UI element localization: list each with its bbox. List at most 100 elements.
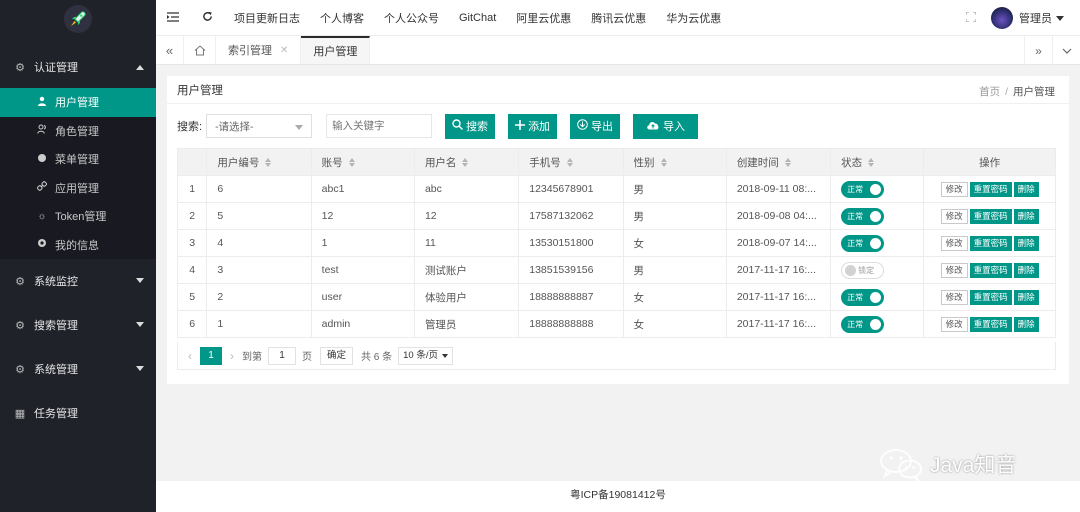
- nav-link-huawei-cloud[interactable]: 华为云优惠: [656, 10, 731, 26]
- delete-button[interactable]: 删除: [1013, 235, 1039, 251]
- nav-group-search[interactable]: ⚙ 搜索管理: [0, 303, 156, 347]
- nav-group-tasks[interactable]: ▦ 任务管理: [0, 391, 156, 435]
- column-header-name[interactable]: 用户名: [413, 148, 520, 176]
- sidebar-item-users[interactable]: 用户管理: [0, 88, 156, 117]
- tabs-scroll-right-icon[interactable]: »: [1024, 36, 1052, 65]
- caret-down-icon[interactable]: [1056, 15, 1064, 21]
- delete-button[interactable]: 删除: [1013, 181, 1039, 197]
- sidebar-item-label: 应用管理: [55, 182, 99, 195]
- nav-link-wechat-account[interactable]: 个人公众号: [374, 10, 449, 26]
- breadcrumb-home[interactable]: 首页: [979, 86, 1000, 98]
- delete-button[interactable]: 删除: [1013, 208, 1039, 224]
- delete-button[interactable]: 删除: [1013, 262, 1039, 278]
- reset-password-button[interactable]: 重置密码: [969, 262, 1012, 278]
- status-toggle[interactable]: 正常: [841, 315, 885, 333]
- delete-button[interactable]: 删除: [1013, 316, 1039, 332]
- search-button[interactable]: 搜索: [445, 113, 496, 139]
- cell-phone: 17587132062: [518, 202, 624, 230]
- close-icon[interactable]: ✕: [280, 45, 288, 56]
- logo[interactable]: [0, 0, 156, 38]
- reset-password-button[interactable]: 重置密码: [969, 208, 1012, 224]
- reset-password-button[interactable]: 重置密码: [969, 235, 1012, 251]
- sidebar-item-apps[interactable]: 应用管理: [0, 174, 156, 203]
- status-toggle[interactable]: 正常: [841, 180, 885, 198]
- edit-button[interactable]: 修改: [940, 316, 968, 332]
- home-icon[interactable]: [184, 36, 216, 64]
- reset-password-button[interactable]: 重置密码: [969, 316, 1012, 332]
- sidebar-item-my-info[interactable]: 我的信息: [0, 231, 156, 260]
- sort-icon[interactable]: [784, 158, 791, 168]
- table-row[interactable]: 4 3 test 测试账户 13851539156 男 2017-11-17 16:... 锁…: [176, 256, 1056, 284]
- edit-button[interactable]: 修改: [940, 181, 968, 197]
- sidebar-item-menus[interactable]: 菜单管理: [0, 145, 156, 174]
- fullscreen-icon[interactable]: [951, 11, 991, 25]
- cell-name: 体验用户: [413, 283, 520, 311]
- status-toggle[interactable]: 正常: [841, 207, 885, 225]
- goto-page-input[interactable]: 1: [268, 346, 296, 365]
- goto-confirm-button[interactable]: 确定: [320, 346, 354, 365]
- status-toggle[interactable]: 正常: [841, 234, 885, 252]
- menu-toggle-icon[interactable]: [156, 10, 190, 25]
- sort-icon[interactable]: [462, 158, 469, 168]
- cell-id: 4: [206, 229, 312, 257]
- nav-group-monitor[interactable]: ⚙ 系统监控: [0, 259, 156, 303]
- nav-link-gitchat[interactable]: GitChat: [449, 12, 506, 24]
- nav-group-system[interactable]: ⚙ 系统管理: [0, 347, 156, 391]
- cell-phone: 18888888887: [518, 283, 624, 311]
- column-header-phone[interactable]: 手机号: [518, 148, 624, 176]
- column-header-account[interactable]: 账号: [310, 148, 415, 176]
- search-toolbar: 搜索: -请选择- 搜索 添加 导出 导入: [177, 113, 699, 139]
- tab-user-management[interactable]: 用户管理: [301, 36, 371, 64]
- table-row[interactable]: 1 6 abc1 abc 12345678901 男 2018-09-11 08:... 正常…: [176, 175, 1056, 203]
- next-page-icon[interactable]: ›: [230, 349, 234, 363]
- reset-password-button[interactable]: 重置密码: [969, 181, 1012, 197]
- import-button[interactable]: 导入: [633, 113, 699, 139]
- status-toggle[interactable]: 锁定: [841, 261, 885, 279]
- cell-created: 2018-09-08 04:...: [725, 202, 832, 230]
- sort-icon[interactable]: [660, 158, 667, 168]
- nav-link-changelog[interactable]: 项目更新日志: [224, 10, 310, 26]
- row-index: 2: [176, 202, 208, 230]
- sidebar-item-tokens[interactable]: ☼ Token管理: [0, 202, 156, 231]
- user-name[interactable]: 管理员: [1019, 10, 1052, 26]
- search-field-select[interactable]: -请选择-: [206, 114, 313, 138]
- reset-password-button[interactable]: 重置密码: [969, 289, 1012, 305]
- tabs-scroll-left-icon[interactable]: «: [156, 36, 184, 64]
- edit-button[interactable]: 修改: [940, 208, 968, 224]
- chevron-up-icon: [136, 65, 144, 70]
- table-row[interactable]: 3 4 1 11 13530151800 女 2018-09-07 14:... 正常 修改 重置…: [176, 229, 1056, 257]
- page-current[interactable]: 1: [200, 346, 222, 365]
- table-row[interactable]: 5 2 user 体验用户 18888888887 女 2017-11-17 16:... 正…: [176, 283, 1056, 311]
- avatar[interactable]: [991, 7, 1013, 29]
- refresh-icon[interactable]: [190, 10, 224, 25]
- edit-button[interactable]: 修改: [940, 289, 968, 305]
- sort-icon[interactable]: [348, 158, 355, 168]
- edit-button[interactable]: 修改: [940, 262, 968, 278]
- column-header-id[interactable]: 用户编号: [206, 148, 312, 176]
- export-button[interactable]: 导出: [570, 113, 621, 139]
- sidebar-item-roles[interactable]: 角色管理: [0, 117, 156, 146]
- column-header-gender[interactable]: 性别: [622, 148, 727, 176]
- table-row[interactable]: 2 5 12 12 17587132062 男 2018-09-08 04:... 正常 修改重…: [176, 202, 1056, 230]
- nav-group-auth[interactable]: ⚙ 认证管理: [0, 46, 156, 88]
- edit-button[interactable]: 修改: [940, 235, 968, 251]
- sort-icon[interactable]: [566, 158, 573, 168]
- column-header-status[interactable]: 状态: [830, 148, 925, 176]
- nav-link-aliyun[interactable]: 阿里云优惠: [506, 10, 581, 26]
- cell-created: 2018-09-11 08:...: [725, 175, 832, 203]
- tabs-menu-chevron-icon[interactable]: [1052, 36, 1080, 65]
- search-input[interactable]: [326, 114, 433, 138]
- table-row[interactable]: 6 1 admin 管理员 18888888888 女 2017-11-17 16:... 正…: [176, 310, 1056, 338]
- status-toggle[interactable]: 正常: [841, 288, 885, 306]
- add-button[interactable]: 添加: [508, 113, 558, 139]
- tab-index-management[interactable]: 索引管理 ✕: [216, 36, 302, 64]
- nav-group-label: 认证管理: [34, 62, 78, 74]
- column-header-created[interactable]: 创建时间: [725, 148, 832, 176]
- delete-button[interactable]: 删除: [1013, 289, 1039, 305]
- page-size-select[interactable]: 10 条/页: [398, 346, 453, 365]
- sort-icon[interactable]: [868, 158, 875, 168]
- nav-link-blog[interactable]: 个人博客: [310, 10, 374, 26]
- sort-icon[interactable]: [265, 158, 272, 168]
- prev-page-icon[interactable]: ‹: [188, 349, 192, 363]
- nav-link-tencent-cloud[interactable]: 腾讯云优惠: [581, 10, 656, 26]
